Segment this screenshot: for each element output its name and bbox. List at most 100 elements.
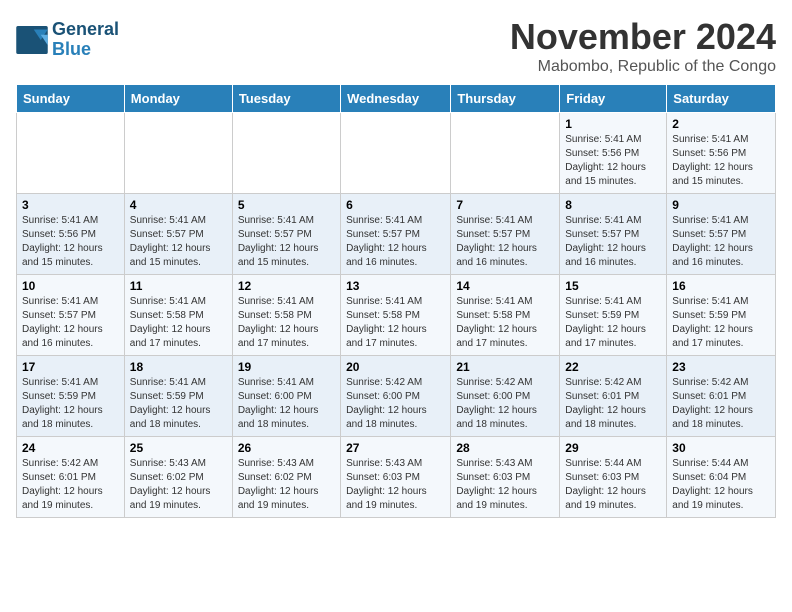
day-number: 18	[130, 360, 227, 374]
calendar-cell: 11 Sunrise: 5:41 AM Sunset: 5:58 PM Dayli…	[124, 275, 232, 356]
weekday-header-sunday: Sunday	[17, 85, 125, 113]
day-number: 25	[130, 441, 227, 455]
day-info: Sunrise: 5:41 AM Sunset: 5:59 PM Dayligh…	[130, 376, 227, 432]
calendar-cell: 25 Sunrise: 5:43 AM Sunset: 6:02 PM Dayli…	[124, 437, 232, 518]
logo-line2: Blue	[52, 39, 91, 59]
day-number: 29	[565, 441, 661, 455]
week-row-5: 24Sunrise: 5:42 AM Sunset: 6:01 PM Dayli…	[17, 437, 776, 518]
day-info: Sunrise: 5:42 AM Sunset: 6:01 PM Dayligh…	[672, 376, 770, 432]
day-number: 16	[672, 279, 770, 293]
day-number: 13	[346, 279, 445, 293]
day-info: Sunrise: 5:42 AM Sunset: 6:01 PM Dayligh…	[22, 457, 119, 513]
day-number: 8	[565, 198, 661, 212]
day-number: 2	[672, 117, 770, 131]
day-info: Sunrise: 5:43 AM Sunset: 6:03 PM Dayligh…	[456, 457, 554, 513]
calendar-cell: 23 Sunrise: 5:42 AM Sunset: 6:01 PM Dayli…	[667, 356, 776, 437]
day-info: Sunrise: 5:41 AM Sunset: 5:57 PM Dayligh…	[238, 214, 335, 270]
calendar-cell	[232, 113, 340, 194]
week-row-1: 1Sunrise: 5:41 AM Sunset: 5:56 PM Daylig…	[17, 113, 776, 194]
week-row-3: 10 Sunrise: 5:41 AM Sunset: 5:57 PM Dayli…	[17, 275, 776, 356]
header: General Blue November 2024 Mabombo, Repu…	[16, 16, 776, 76]
logo-line1: General	[52, 20, 119, 40]
calendar-cell: 1Sunrise: 5:41 AM Sunset: 5:56 PM Daylig…	[560, 113, 667, 194]
calendar-cell: 10 Sunrise: 5:41 AM Sunset: 5:57 PM Dayli…	[17, 275, 125, 356]
calendar-table: SundayMondayTuesdayWednesdayThursdayFrid…	[16, 84, 776, 518]
weekday-header-tuesday: Tuesday	[232, 85, 340, 113]
day-number: 22	[565, 360, 661, 374]
day-info: Sunrise: 5:41 AM Sunset: 5:58 PM Dayligh…	[456, 295, 554, 351]
day-number: 15	[565, 279, 661, 293]
calendar-cell: 14Sunrise: 5:41 AM Sunset: 5:58 PM Dayli…	[451, 275, 560, 356]
calendar-cell: 22 Sunrise: 5:42 AM Sunset: 6:01 PM Dayli…	[560, 356, 667, 437]
day-info: Sunrise: 5:41 AM Sunset: 5:58 PM Dayligh…	[346, 295, 445, 351]
day-number: 11	[130, 279, 227, 293]
day-number: 19	[238, 360, 335, 374]
logo: General Blue	[16, 20, 119, 60]
day-info: Sunrise: 5:41 AM Sunset: 5:56 PM Dayligh…	[672, 133, 770, 189]
day-info: Sunrise: 5:41 AM Sunset: 5:57 PM Dayligh…	[565, 214, 661, 270]
day-info: Sunrise: 5:41 AM Sunset: 5:56 PM Dayligh…	[22, 214, 119, 270]
weekday-header-wednesday: Wednesday	[341, 85, 451, 113]
day-number: 27	[346, 441, 445, 455]
day-info: Sunrise: 5:42 AM Sunset: 6:00 PM Dayligh…	[456, 376, 554, 432]
calendar-cell: 12 Sunrise: 5:41 AM Sunset: 5:58 PM Dayli…	[232, 275, 340, 356]
calendar-cell: 16 Sunrise: 5:41 AM Sunset: 5:59 PM Dayli…	[667, 275, 776, 356]
logo-text: General Blue	[52, 20, 119, 60]
day-info: Sunrise: 5:41 AM Sunset: 5:57 PM Dayligh…	[22, 295, 119, 351]
day-info: Sunrise: 5:42 AM Sunset: 6:01 PM Dayligh…	[565, 376, 661, 432]
day-number: 9	[672, 198, 770, 212]
calendar-cell	[17, 113, 125, 194]
day-number: 12	[238, 279, 335, 293]
logo-icon	[16, 26, 48, 54]
title-area: November 2024 Mabombo, Republic of the C…	[510, 16, 776, 76]
calendar-cell: 30 Sunrise: 5:44 AM Sunset: 6:04 PM Dayli…	[667, 437, 776, 518]
day-number: 30	[672, 441, 770, 455]
week-row-4: 17 Sunrise: 5:41 AM Sunset: 5:59 PM Dayli…	[17, 356, 776, 437]
calendar-cell: 21 Sunrise: 5:42 AM Sunset: 6:00 PM Dayli…	[451, 356, 560, 437]
calendar-cell: 17 Sunrise: 5:41 AM Sunset: 5:59 PM Dayli…	[17, 356, 125, 437]
day-number: 3	[22, 198, 119, 212]
calendar-cell: 28 Sunrise: 5:43 AM Sunset: 6:03 PM Dayli…	[451, 437, 560, 518]
week-row-2: 3 Sunrise: 5:41 AM Sunset: 5:56 PM Daylig…	[17, 194, 776, 275]
day-info: Sunrise: 5:44 AM Sunset: 6:03 PM Dayligh…	[565, 457, 661, 513]
calendar-cell: 18 Sunrise: 5:41 AM Sunset: 5:59 PM Dayli…	[124, 356, 232, 437]
calendar-cell: 15 Sunrise: 5:41 AM Sunset: 5:59 PM Dayli…	[560, 275, 667, 356]
calendar-cell	[451, 113, 560, 194]
calendar-cell: 26Sunrise: 5:43 AM Sunset: 6:02 PM Dayli…	[232, 437, 340, 518]
day-number: 10	[22, 279, 119, 293]
calendar-cell: 8 Sunrise: 5:41 AM Sunset: 5:57 PM Daylig…	[560, 194, 667, 275]
calendar-cell: 13 Sunrise: 5:41 AM Sunset: 5:58 PM Dayli…	[341, 275, 451, 356]
day-info: Sunrise: 5:43 AM Sunset: 6:02 PM Dayligh…	[130, 457, 227, 513]
day-number: 20	[346, 360, 445, 374]
day-info: Sunrise: 5:41 AM Sunset: 5:57 PM Dayligh…	[346, 214, 445, 270]
day-number: 17	[22, 360, 119, 374]
day-info: Sunrise: 5:44 AM Sunset: 6:04 PM Dayligh…	[672, 457, 770, 513]
day-number: 21	[456, 360, 554, 374]
day-info: Sunrise: 5:43 AM Sunset: 6:03 PM Dayligh…	[346, 457, 445, 513]
calendar-cell: 3 Sunrise: 5:41 AM Sunset: 5:56 PM Daylig…	[17, 194, 125, 275]
weekday-header-thursday: Thursday	[451, 85, 560, 113]
day-info: Sunrise: 5:41 AM Sunset: 6:00 PM Dayligh…	[238, 376, 335, 432]
weekday-header-friday: Friday	[560, 85, 667, 113]
weekday-header-row: SundayMondayTuesdayWednesdayThursdayFrid…	[17, 85, 776, 113]
day-info: Sunrise: 5:41 AM Sunset: 5:56 PM Dayligh…	[565, 133, 661, 189]
calendar-cell	[124, 113, 232, 194]
calendar-cell: 9 Sunrise: 5:41 AM Sunset: 5:57 PM Daylig…	[667, 194, 776, 275]
calendar-cell	[341, 113, 451, 194]
location-title: Mabombo, Republic of the Congo	[510, 58, 776, 76]
day-info: Sunrise: 5:41 AM Sunset: 5:57 PM Dayligh…	[672, 214, 770, 270]
calendar-cell: 7Sunrise: 5:41 AM Sunset: 5:57 PM Daylig…	[451, 194, 560, 275]
day-info: Sunrise: 5:41 AM Sunset: 5:59 PM Dayligh…	[22, 376, 119, 432]
weekday-header-saturday: Saturday	[667, 85, 776, 113]
day-number: 26	[238, 441, 335, 455]
weekday-header-monday: Monday	[124, 85, 232, 113]
day-info: Sunrise: 5:41 AM Sunset: 5:58 PM Dayligh…	[238, 295, 335, 351]
calendar-cell: 24Sunrise: 5:42 AM Sunset: 6:01 PM Dayli…	[17, 437, 125, 518]
day-info: Sunrise: 5:41 AM Sunset: 5:58 PM Dayligh…	[130, 295, 227, 351]
calendar-cell: 27 Sunrise: 5:43 AM Sunset: 6:03 PM Dayli…	[341, 437, 451, 518]
day-info: Sunrise: 5:41 AM Sunset: 5:59 PM Dayligh…	[565, 295, 661, 351]
calendar-cell: 19 Sunrise: 5:41 AM Sunset: 6:00 PM Dayli…	[232, 356, 340, 437]
day-number: 23	[672, 360, 770, 374]
day-number: 28	[456, 441, 554, 455]
day-info: Sunrise: 5:41 AM Sunset: 5:59 PM Dayligh…	[672, 295, 770, 351]
